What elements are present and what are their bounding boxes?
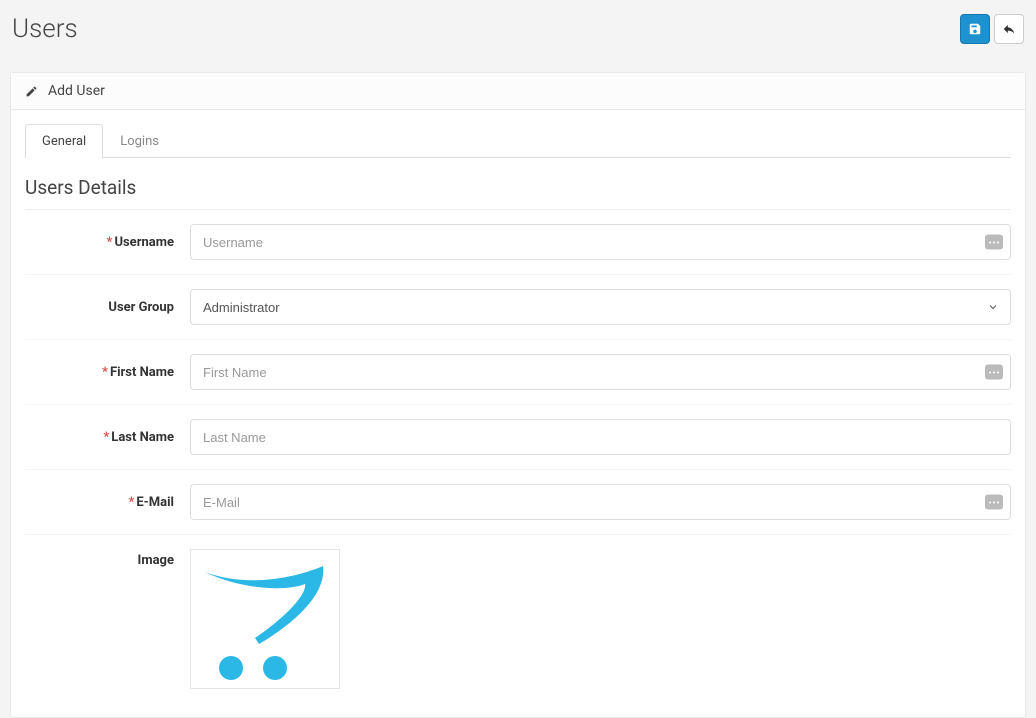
- first-name-input[interactable]: [190, 354, 1011, 390]
- row-first-name: *First Name: [25, 340, 1011, 405]
- row-username: *Username: [25, 210, 1011, 275]
- email-input[interactable]: [190, 484, 1011, 520]
- page-title: Users: [12, 14, 78, 44]
- wrap-username: [190, 224, 1011, 260]
- autofill-icon: [985, 495, 1003, 510]
- save-icon: [968, 22, 982, 36]
- cart-logo-icon: [195, 554, 335, 684]
- wrap-last-name: [190, 419, 1011, 455]
- panel-heading-text: Add User: [48, 83, 105, 99]
- save-button[interactable]: [960, 14, 990, 44]
- autofill-icon: [985, 235, 1003, 250]
- page-header: Users: [0, 0, 1036, 72]
- label-user-group: User Group: [25, 300, 190, 315]
- nav-tabs: General Logins: [25, 124, 1011, 158]
- row-user-group: User Group Administrator: [25, 275, 1011, 340]
- label-last-name: *Last Name: [25, 430, 190, 445]
- row-last-name: *Last Name: [25, 405, 1011, 470]
- image-preview[interactable]: [190, 549, 340, 689]
- label-image: Image: [25, 549, 190, 568]
- label-email: *E-Mail: [25, 495, 190, 510]
- reply-icon: [1002, 22, 1016, 36]
- label-first-name: *First Name: [25, 365, 190, 380]
- form-panel: Add User General Logins Users Details *U…: [10, 72, 1026, 718]
- header-buttons: [960, 14, 1024, 44]
- panel-body: General Logins Users Details *Username U…: [11, 110, 1025, 717]
- last-name-input[interactable]: [190, 419, 1011, 455]
- row-image: Image: [25, 535, 1011, 703]
- tab-general[interactable]: General: [25, 124, 103, 158]
- panel-heading: Add User: [11, 73, 1025, 110]
- autofill-icon: [985, 365, 1003, 380]
- row-email: *E-Mail: [25, 470, 1011, 535]
- section-title: Users Details: [25, 176, 1011, 210]
- wrap-first-name: [190, 354, 1011, 390]
- label-username: *Username: [25, 235, 190, 250]
- wrap-email: [190, 484, 1011, 520]
- wrap-image: [190, 549, 1011, 689]
- back-button[interactable]: [994, 14, 1024, 44]
- tab-logins[interactable]: Logins: [103, 124, 176, 158]
- username-input[interactable]: [190, 224, 1011, 260]
- pencil-icon: [25, 85, 38, 98]
- user-group-select[interactable]: Administrator: [190, 289, 1011, 325]
- wrap-user-group: Administrator: [190, 289, 1011, 325]
